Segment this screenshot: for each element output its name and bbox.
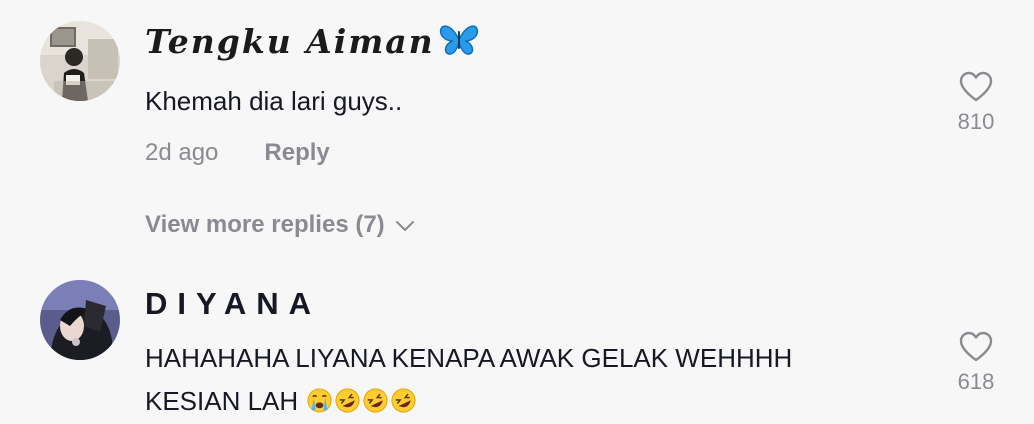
like-count: 618 xyxy=(957,369,995,394)
like-button[interactable]: 618 xyxy=(951,331,1001,395)
rolling-on-floor-laughing-icon xyxy=(334,386,361,424)
comment-text: KESIAN LAH xyxy=(145,382,417,424)
rolling-on-floor-laughing-icon xyxy=(390,386,417,424)
username[interactable]: DIYANA xyxy=(145,286,321,322)
heart-icon xyxy=(959,331,993,362)
avatar[interactable] xyxy=(40,280,120,360)
comment-text-line: KESIAN LAH xyxy=(145,386,299,416)
comment-text: HAHAHAHA LIYANA KENAPA AWAK GELAK WEHHHH xyxy=(145,343,793,373)
comment-item: DIYANA HAHAHAHA LIYANA KENAPA AWAK GELAK… xyxy=(0,0,1034,424)
loudly-crying-face-icon xyxy=(306,386,333,424)
rolling-on-floor-laughing-icon xyxy=(362,386,389,424)
comments-list: Tengku Aiman Khemah dia lari guys.. 2d a… xyxy=(0,0,1034,424)
